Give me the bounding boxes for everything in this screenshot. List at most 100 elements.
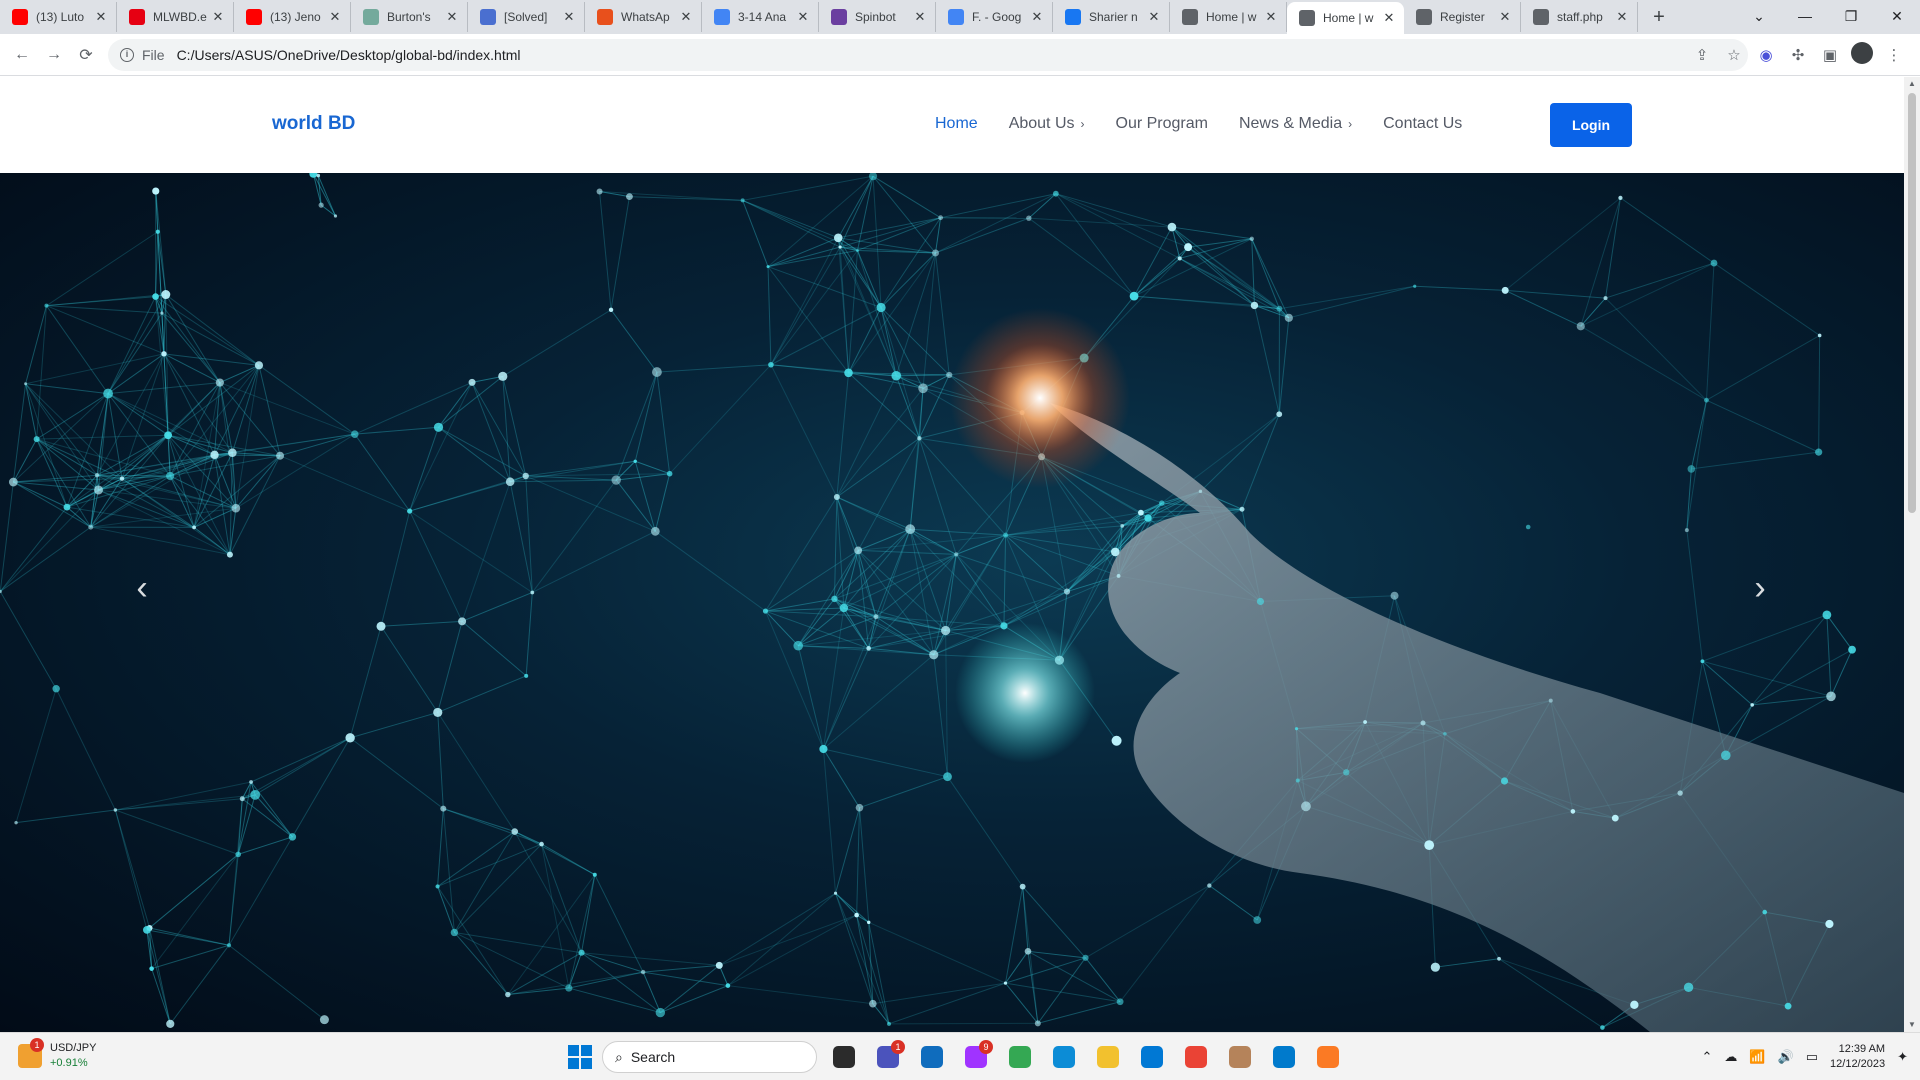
tab-favicon-icon [1182, 9, 1198, 25]
minimize-button[interactable]: — [1782, 8, 1828, 24]
tab-close-icon[interactable]: ✕ [445, 9, 459, 25]
restore-button[interactable]: ❐ [1828, 8, 1874, 25]
hero-carousel: ‹ › [0, 173, 1904, 1032]
tab-close-icon[interactable]: ✕ [679, 9, 693, 25]
browser-tab[interactable]: (13) Luto ✕ [0, 2, 117, 32]
tab-strip: (13) Luto ✕ MLWBD.e ✕ (13) Jeno ✕ Burton's ✕ [So… [0, 0, 1920, 34]
cyan-light-flare [955, 623, 1095, 763]
nav-item-our-program[interactable]: Our Program [1116, 115, 1208, 133]
tab-close-icon[interactable]: ✕ [913, 9, 927, 25]
browser-tab[interactable]: F. - Goog ✕ [936, 2, 1053, 32]
tab-search-icon[interactable]: ⌄ [1736, 8, 1782, 25]
messenger-icon[interactable]: 9 [959, 1040, 993, 1074]
browser-tab[interactable]: WhatsAp ✕ [585, 2, 702, 32]
start-button[interactable] [568, 1045, 592, 1069]
sidepanel-icon[interactable]: ▣ [1816, 46, 1844, 64]
tab-favicon-icon [1533, 9, 1549, 25]
folder-icon[interactable] [1091, 1040, 1125, 1074]
address-bar[interactable]: i File C:/Users/ASUS/OneDrive/Desktop/gl… [108, 39, 1748, 71]
info-icon[interactable]: i [120, 48, 134, 62]
tab-close-icon[interactable]: ✕ [1264, 9, 1278, 25]
browser-tab[interactable]: Home | w ✕ [1170, 2, 1287, 32]
chrome-profile-icon[interactable] [1179, 1040, 1213, 1074]
nav-item-label: News & Media [1238, 115, 1343, 132]
browser-tab[interactable]: Burton's ✕ [351, 2, 468, 32]
back-button[interactable]: ← [6, 39, 38, 71]
browser-tab[interactable]: Home | w ✕ [1287, 2, 1404, 34]
forward-button[interactable]: → [38, 39, 70, 71]
notification-icon[interactable]: ✦ [1897, 1049, 1908, 1065]
share-icon[interactable]: ⇪ [1688, 46, 1716, 64]
nav-item-contact-us[interactable]: Contact Us [1383, 115, 1462, 133]
page-scrollbar[interactable]: ▲ ▼ [1904, 77, 1920, 1032]
star-icon[interactable]: ☆ [1720, 46, 1748, 64]
tab-close-icon[interactable]: ✕ [1498, 9, 1512, 25]
edge-icon[interactable] [1047, 1040, 1081, 1074]
close-window-button[interactable]: ✕ [1874, 8, 1920, 25]
address-url[interactable]: C:/Users/ASUS/OneDrive/Desktop/global-bd… [177, 47, 521, 63]
archive-icon[interactable] [1223, 1040, 1257, 1074]
scroll-down-icon[interactable]: ▼ [1904, 1018, 1920, 1032]
tab-close-icon[interactable]: ✕ [1382, 10, 1396, 26]
chevron-up-icon[interactable]: ⌃ [1701, 1049, 1712, 1065]
clock[interactable]: 12:39 AM 12/12/2023 [1830, 1042, 1885, 1072]
volume-icon[interactable]: 🔊 [1778, 1049, 1794, 1065]
tab-title: 3-14 Ana [738, 10, 787, 24]
tab-favicon-icon [129, 9, 145, 25]
app-icon[interactable] [915, 1040, 949, 1074]
nav-item-label: Our Program [1115, 115, 1208, 132]
extension-circle-icon[interactable]: ◉ [1752, 46, 1780, 64]
puzzle-icon[interactable]: ✣ [1784, 46, 1812, 64]
tab-close-icon[interactable]: ✕ [94, 9, 108, 25]
vscode-icon[interactable] [1267, 1040, 1301, 1074]
nav-item-home[interactable]: Home [935, 115, 978, 133]
scroll-thumb[interactable] [1908, 93, 1916, 513]
login-button[interactable]: Login [1550, 103, 1632, 147]
tab-title: Spinbot [855, 10, 896, 24]
nav-item-label: Contact Us [1383, 115, 1463, 132]
teams-icon[interactable]: 1 [871, 1040, 905, 1074]
xampp-icon[interactable] [1311, 1040, 1345, 1074]
reload-button[interactable]: ⟳ [70, 39, 102, 71]
tab-close-icon[interactable]: ✕ [796, 9, 810, 25]
carousel-prev-button[interactable]: ‹ [122, 558, 162, 618]
taskbar-search[interactable]: ⌕ Search [602, 1041, 817, 1073]
tab-title: MLWBD.e [153, 10, 207, 24]
photos-icon[interactable] [1135, 1040, 1169, 1074]
toolbar-actions: ⇪ ☆ ◉ ✣ ▣ ⋮ [1688, 39, 1908, 71]
ticker-label: USD/JPY [50, 1042, 97, 1054]
nav-item-news-media[interactable]: News & Media › [1239, 115, 1352, 133]
scroll-up-icon[interactable]: ▲ [1904, 77, 1920, 91]
new-tab-button[interactable]: + [1644, 2, 1674, 32]
browser-tab[interactable]: 3-14 Ana ✕ [702, 2, 819, 32]
site-logo[interactable]: world BD [272, 113, 355, 135]
tab-close-icon[interactable]: ✕ [1030, 9, 1044, 25]
browser-tab[interactable]: MLWBD.e ✕ [117, 2, 234, 32]
tab-favicon-icon [480, 9, 496, 25]
browser-tab[interactable]: staff.php ✕ [1521, 2, 1638, 32]
browser-tab[interactable]: (13) Jeno ✕ [234, 2, 351, 32]
profile-icon[interactable] [1848, 42, 1876, 68]
wifi-icon[interactable]: 📶 [1749, 1049, 1765, 1065]
window-controls: ⌄ — ❐ ✕ [1736, 0, 1920, 32]
tab-close-icon[interactable]: ✕ [328, 9, 342, 25]
weather-widget[interactable]: 1 USD/JPY +0.91% [18, 1038, 97, 1071]
tab-close-icon[interactable]: ✕ [562, 9, 576, 25]
menu-icon[interactable]: ⋮ [1880, 46, 1908, 64]
chrome-icon[interactable] [1003, 1040, 1037, 1074]
tab-title: Sharier n [1089, 10, 1138, 24]
search-icon: ⌕ [615, 1048, 623, 1065]
browser-tab[interactable]: Sharier n ✕ [1053, 2, 1170, 32]
nav-item-about-us[interactable]: About Us › [1009, 115, 1085, 133]
tab-close-icon[interactable]: ✕ [211, 9, 225, 25]
file-explorer-taskview-icon[interactable] [827, 1040, 861, 1074]
browser-tab[interactable]: Spinbot ✕ [819, 2, 936, 32]
carousel-next-button[interactable]: › [1740, 558, 1780, 618]
ticker-icon: 1 [18, 1038, 44, 1068]
battery-icon[interactable]: ▭ [1806, 1049, 1818, 1065]
cloud-icon[interactable]: ☁ [1724, 1049, 1737, 1065]
tab-close-icon[interactable]: ✕ [1615, 9, 1629, 25]
tab-close-icon[interactable]: ✕ [1147, 9, 1161, 25]
browser-tab[interactable]: [Solved] ✕ [468, 2, 585, 32]
browser-tab[interactable]: Register ✕ [1404, 2, 1521, 32]
